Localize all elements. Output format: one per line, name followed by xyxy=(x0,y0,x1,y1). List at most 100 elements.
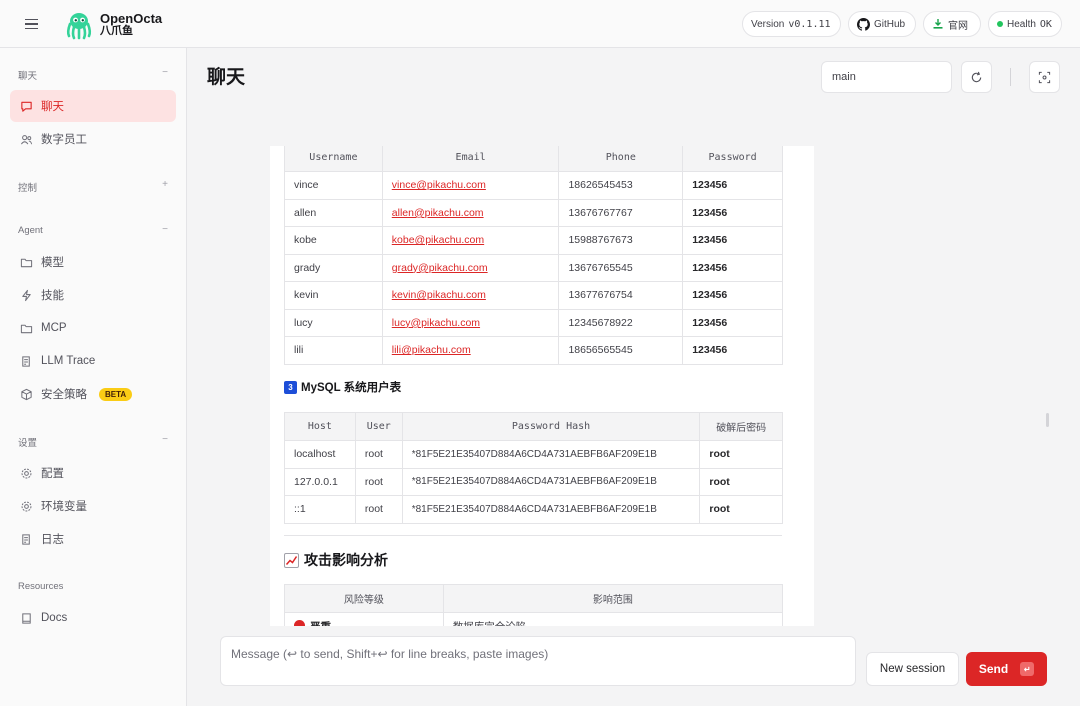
section-toggle-agent[interactable]: − xyxy=(162,224,168,235)
password-cell: 123456 xyxy=(682,253,783,282)
focus-mode-button[interactable] xyxy=(1029,61,1060,93)
email-link[interactable]: lucy@pikachu.com xyxy=(392,317,480,329)
sidebar-item-env-vars[interactable]: 环境变量 xyxy=(10,490,176,522)
folder-icon xyxy=(20,258,33,267)
menu-toggle-button[interactable] xyxy=(22,14,42,34)
table-header-cell: 破解后密码 xyxy=(699,412,783,441)
website-link[interactable]: 官网 xyxy=(923,11,981,37)
email-link[interactable]: grady@pikachu.com xyxy=(392,262,488,274)
username-cell: vince xyxy=(284,171,383,200)
version-badge: Version v0.1.11 xyxy=(742,11,841,37)
email-link[interactable]: vince@pikachu.com xyxy=(392,179,486,191)
impact-section-title: 攻击影响分析 xyxy=(304,552,388,568)
email-link[interactable]: lili@pikachu.com xyxy=(392,344,471,356)
sidebar-item-digital-staff[interactable]: 数字员工 xyxy=(10,123,176,155)
sidebar-item-models[interactable]: 模型 xyxy=(10,246,176,278)
scroll-icon xyxy=(22,533,30,545)
github-icon xyxy=(857,17,870,31)
message-input[interactable] xyxy=(220,636,856,686)
github-link[interactable]: GitHub xyxy=(848,11,916,37)
sidebar-item-label: 聊天 xyxy=(41,101,64,113)
email-link[interactable]: kobe@pikachu.com xyxy=(392,234,484,246)
section-toggle-settings[interactable]: − xyxy=(162,434,168,445)
scroll-icon xyxy=(22,355,30,367)
username-cell: kobe xyxy=(284,226,383,255)
host-cell: 127.0.0.1 xyxy=(284,467,356,496)
risk-level-text: 严重 xyxy=(310,621,331,626)
impact-scope-cell: 数据库完全沦陷 xyxy=(442,612,784,626)
users-table: Username Email Phone Password vince vinc… xyxy=(284,146,783,365)
phone-cell: 12345678922 xyxy=(558,308,684,337)
sidebar-item-mcp[interactable]: MCP xyxy=(10,312,176,344)
book-icon xyxy=(22,612,31,624)
octopus-logo-icon xyxy=(66,13,92,40)
version-value: v0.1.11 xyxy=(788,18,831,30)
risk-level-cell: 严重 xyxy=(284,612,444,626)
email-cell: kobe@pikachu.com xyxy=(381,226,560,255)
table-header-cell: Password Hash xyxy=(401,412,701,441)
table-row: grady grady@pikachu.com 13676765545 1234… xyxy=(284,253,783,282)
sidebar-item-label: 配置 xyxy=(41,468,64,480)
session-key-input[interactable] xyxy=(821,61,952,93)
username-cell: kevin xyxy=(284,281,383,310)
table-row: lucy lucy@pikachu.com 12345678922 123456 xyxy=(284,308,783,337)
sidebar-item-label: 技能 xyxy=(41,290,64,302)
table-header-cell: User xyxy=(354,412,403,441)
brand-subtitle: 八爪鱼 xyxy=(100,24,133,37)
email-cell: allen@pikachu.com xyxy=(381,198,560,227)
email-link[interactable]: kevin@pikachu.com xyxy=(392,289,486,301)
gear-icon xyxy=(21,501,32,511)
gear-icon xyxy=(21,468,32,478)
sidebar-item-label: 模型 xyxy=(41,257,64,269)
scrollbar-thumb[interactable] xyxy=(1046,413,1049,427)
password-cell: 123456 xyxy=(682,171,783,200)
table-header-cell: 影响范围 xyxy=(442,584,784,613)
section-title-agent: Agent xyxy=(18,225,43,236)
sidebar-item-llm-trace[interactable]: LLM Trace xyxy=(10,345,176,377)
user-cell: root xyxy=(354,467,403,496)
health-value: OK xyxy=(1039,18,1052,30)
enter-key-icon: ↵ xyxy=(1020,662,1035,676)
number-three-icon: 3 xyxy=(284,380,297,394)
chat-message-content: Username Email Phone Password vince vinc… xyxy=(270,146,814,626)
brand-name: OpenOcta xyxy=(100,11,163,26)
version-label: Version xyxy=(751,18,785,30)
github-label: GitHub xyxy=(874,18,906,30)
section-title-settings: 设置 xyxy=(18,438,38,449)
sidebar-item-docs[interactable]: Docs xyxy=(10,602,176,634)
sidebar-item-logs[interactable]: 日志 xyxy=(10,523,176,555)
new-session-button[interactable]: New session xyxy=(866,652,959,686)
focus-icon xyxy=(1038,71,1051,83)
sidebar-item-skills[interactable]: 技能 xyxy=(10,279,176,311)
refresh-button[interactable] xyxy=(961,61,992,93)
cracked-password-cell: root xyxy=(699,467,783,496)
impact-table: 风险等级 影响范围 严重 数据库完全沦陷 xyxy=(284,584,784,626)
table-row: ::1 root *81F5E21E35407D884A6CD4A731AEBF… xyxy=(284,495,783,524)
password-cell: 123456 xyxy=(682,336,783,365)
table-header-cell: Phone xyxy=(558,146,684,172)
sidebar-item-config[interactable]: 配置 xyxy=(10,457,176,489)
section-toggle-control[interactable]: + xyxy=(162,179,168,190)
table-header-cell: Email xyxy=(381,146,560,172)
table-header-cell: Host xyxy=(284,412,356,441)
sidebar-item-security-policy[interactable]: 安全策略 BETA xyxy=(10,378,176,410)
sidebar-item-label: 环境变量 xyxy=(41,501,87,513)
password-cell: 123456 xyxy=(682,198,783,227)
email-cell: lucy@pikachu.com xyxy=(381,308,560,337)
table-header-row: Username Email Phone Password xyxy=(284,146,783,172)
table-header-row: 风险等级 影响范围 xyxy=(284,584,784,613)
sidebar-item-label: LLM Trace xyxy=(41,355,96,367)
section-title-control: 控制 xyxy=(18,183,38,194)
send-button[interactable]: Send ↵ xyxy=(966,652,1047,686)
sidebar: 聊天 − 聊天 数字员工 控制 + Agent − 模型 技能 MCP LLM … xyxy=(0,48,187,706)
table-row: 127.0.0.1 root *81F5E21E35407D884A6CD4A7… xyxy=(284,467,783,496)
sidebar-item-label: 安全策略 xyxy=(41,389,87,401)
page-title: 聊天 xyxy=(207,67,246,88)
email-link[interactable]: allen@pikachu.com xyxy=(392,207,484,219)
section-toggle-chat[interactable]: − xyxy=(162,67,168,78)
table-header-cell: Password xyxy=(682,146,783,172)
send-label: Send xyxy=(978,662,1009,676)
phone-cell: 13677676754 xyxy=(558,281,684,310)
sidebar-item-chat[interactable]: 聊天 xyxy=(10,90,176,122)
menu-icon xyxy=(25,18,38,21)
